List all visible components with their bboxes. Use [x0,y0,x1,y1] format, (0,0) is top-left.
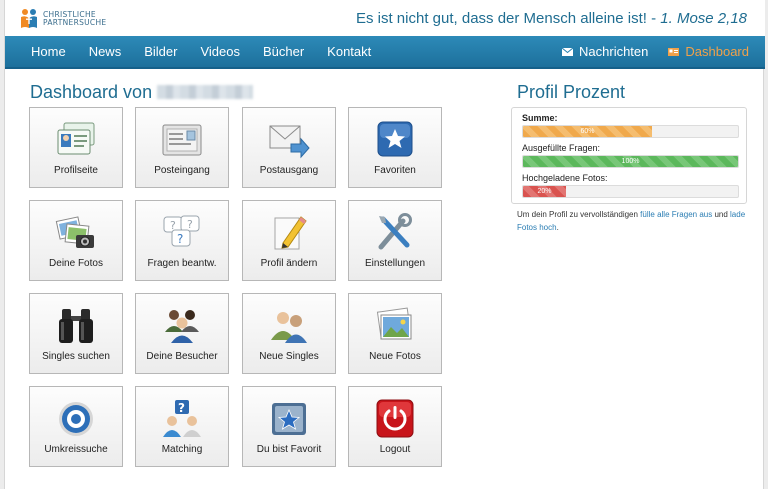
tile-label: Favoriten [374,165,416,176]
tile-einstellungen[interactable]: Einstellungen [348,200,442,281]
sum-label: Summe: [522,113,558,123]
motto-text: Es ist nicht gut, dass der Mensch allein… [355,10,661,27]
tile-label: Posteingang [154,165,210,176]
nav-messages-label: Nachrichten [579,44,649,59]
tile-du-bist-favorit[interactable]: Du bist Favorit [242,386,336,467]
site-header: CHRISTLICHE PARTNERSUCHE Es ist nicht gu… [5,0,765,36]
tile-neue-singles[interactable]: Neue Singles [242,293,336,374]
nav-home[interactable]: Home [31,44,66,59]
question-bubbles-icon: ? ? ? [136,213,228,253]
tile-label: Profilseite [54,165,98,176]
tile-deine-fotos[interactable]: Deine Fotos [29,200,123,281]
site-logo[interactable]: CHRISTLICHE PARTNERSUCHE [19,8,106,30]
envelope-icon [561,44,574,59]
tile-posteingang[interactable]: Posteingang [135,107,229,188]
nav-bilder[interactable]: Bilder [144,44,177,59]
tile-neue-fotos[interactable]: Neue Fotos [348,293,442,374]
tile-logout[interactable]: Logout [348,386,442,467]
hint-text-1: Um dein Profil zu vervollständigen [517,210,641,219]
tile-profilseite[interactable]: Profilseite [29,107,123,188]
logo-text: CHRISTLICHE PARTNERSUCHE [43,11,106,27]
tile-singles-suchen[interactable]: Singles suchen [29,293,123,374]
star-icon [349,120,441,160]
nav-news[interactable]: News [89,44,122,59]
tile-label: Umkreissuche [44,444,108,455]
link-answer-questions[interactable]: fülle alle Fragen aus [640,210,712,219]
tile-label: Postausgang [259,165,319,176]
hint-text-2: und [712,210,731,219]
tile-label: Neue Singles [259,351,319,362]
photos-progress-bar: 20% [522,185,739,198]
inbox-envelope-icon [136,120,228,160]
tile-fragen-beantworten[interactable]: ? ? ? Fragen beantw. [135,200,229,281]
pencil-paper-icon [243,213,335,253]
profile-percent-title: Profil Prozent [517,82,626,102]
tile-label: Logout [379,444,411,455]
sum-progress-bar: 60% [522,125,739,138]
hint-text-3: . [556,223,559,232]
photo-stack-icon [349,306,441,346]
svg-text:?: ? [178,401,185,415]
logo-line-2: PARTNERSUCHE [43,18,107,27]
matching-users-icon: ? [136,399,228,439]
favorite-folder-icon [243,399,335,439]
svg-text:?: ? [177,232,183,246]
blurred-username [157,85,254,99]
tile-label: Einstellungen [364,258,426,269]
power-icon [349,399,441,439]
tile-deine-besucher[interactable]: Deine Besucher [135,293,229,374]
tile-label: Matching [161,444,203,455]
profile-card-icon [30,120,122,160]
profile-hint: Um dein Profil zu vervollständigen fülle… [517,208,753,234]
binoculars-icon [30,306,122,346]
nav-buecher[interactable]: Bücher [263,44,304,59]
photos-label: Hochgeladene Fotos: [522,173,608,183]
tile-profil-aendern[interactable]: Profil ändern [242,200,336,281]
dashboard-card-icon [668,44,680,59]
questions-label: Ausgefüllte Fragen: [522,143,601,153]
questions-progress-fill: 100% [523,156,738,167]
nav-kontakt[interactable]: Kontakt [327,44,371,59]
nav-videos[interactable]: Videos [200,44,240,59]
main-navigation: Home News Bilder Videos Bücher Kontakt N… [5,36,765,69]
tile-label: Singles suchen [42,351,110,362]
outbox-envelope-icon [243,120,335,160]
questions-progress-bar: 100% [522,155,739,168]
visitors-group-icon [136,306,228,346]
target-icon [30,399,122,439]
svg-text:?: ? [170,219,176,232]
sum-progress-fill: 60% [523,126,652,137]
tile-matching[interactable]: ? Matching [135,386,229,467]
motto-reference: 1. Mose 2,18 [660,10,747,27]
nav-dashboard[interactable]: Dashboard [668,44,749,59]
dashboard-title: Dashboard von [30,82,254,103]
photos-progress-fill: 20% [523,186,566,197]
tile-label: Deine Fotos [49,258,103,269]
svg-text:?: ? [187,218,193,231]
tile-postausgang[interactable]: Postausgang [242,107,336,188]
dashboard-title-text: Dashboard von [30,82,153,102]
profile-percent-box: Summe: 60% Ausgefüllte Fragen: 100% Hoch… [511,107,747,204]
logo-people-icon [19,8,39,30]
nav-messages[interactable]: Nachrichten [561,44,649,59]
tile-label: Du bist Favorit [256,444,322,455]
tools-icon [349,213,441,253]
camera-photos-icon [30,213,122,253]
tile-favoriten[interactable]: Favoriten [348,107,442,188]
tile-umkreissuche[interactable]: Umkreissuche [29,386,123,467]
nav-dashboard-label: Dashboard [685,44,749,59]
page-frame: CHRISTLICHE PARTNERSUCHE Es ist nicht gu… [4,0,765,489]
tile-label: Deine Besucher [146,351,218,362]
bible-motto: Es ist nicht gut, dass der Mensch allein… [356,10,747,27]
two-users-icon [243,306,335,346]
tile-label: Neue Fotos [369,351,421,362]
tile-label: Fragen beantw. [147,258,217,269]
tile-label: Profil ändern [260,258,318,269]
